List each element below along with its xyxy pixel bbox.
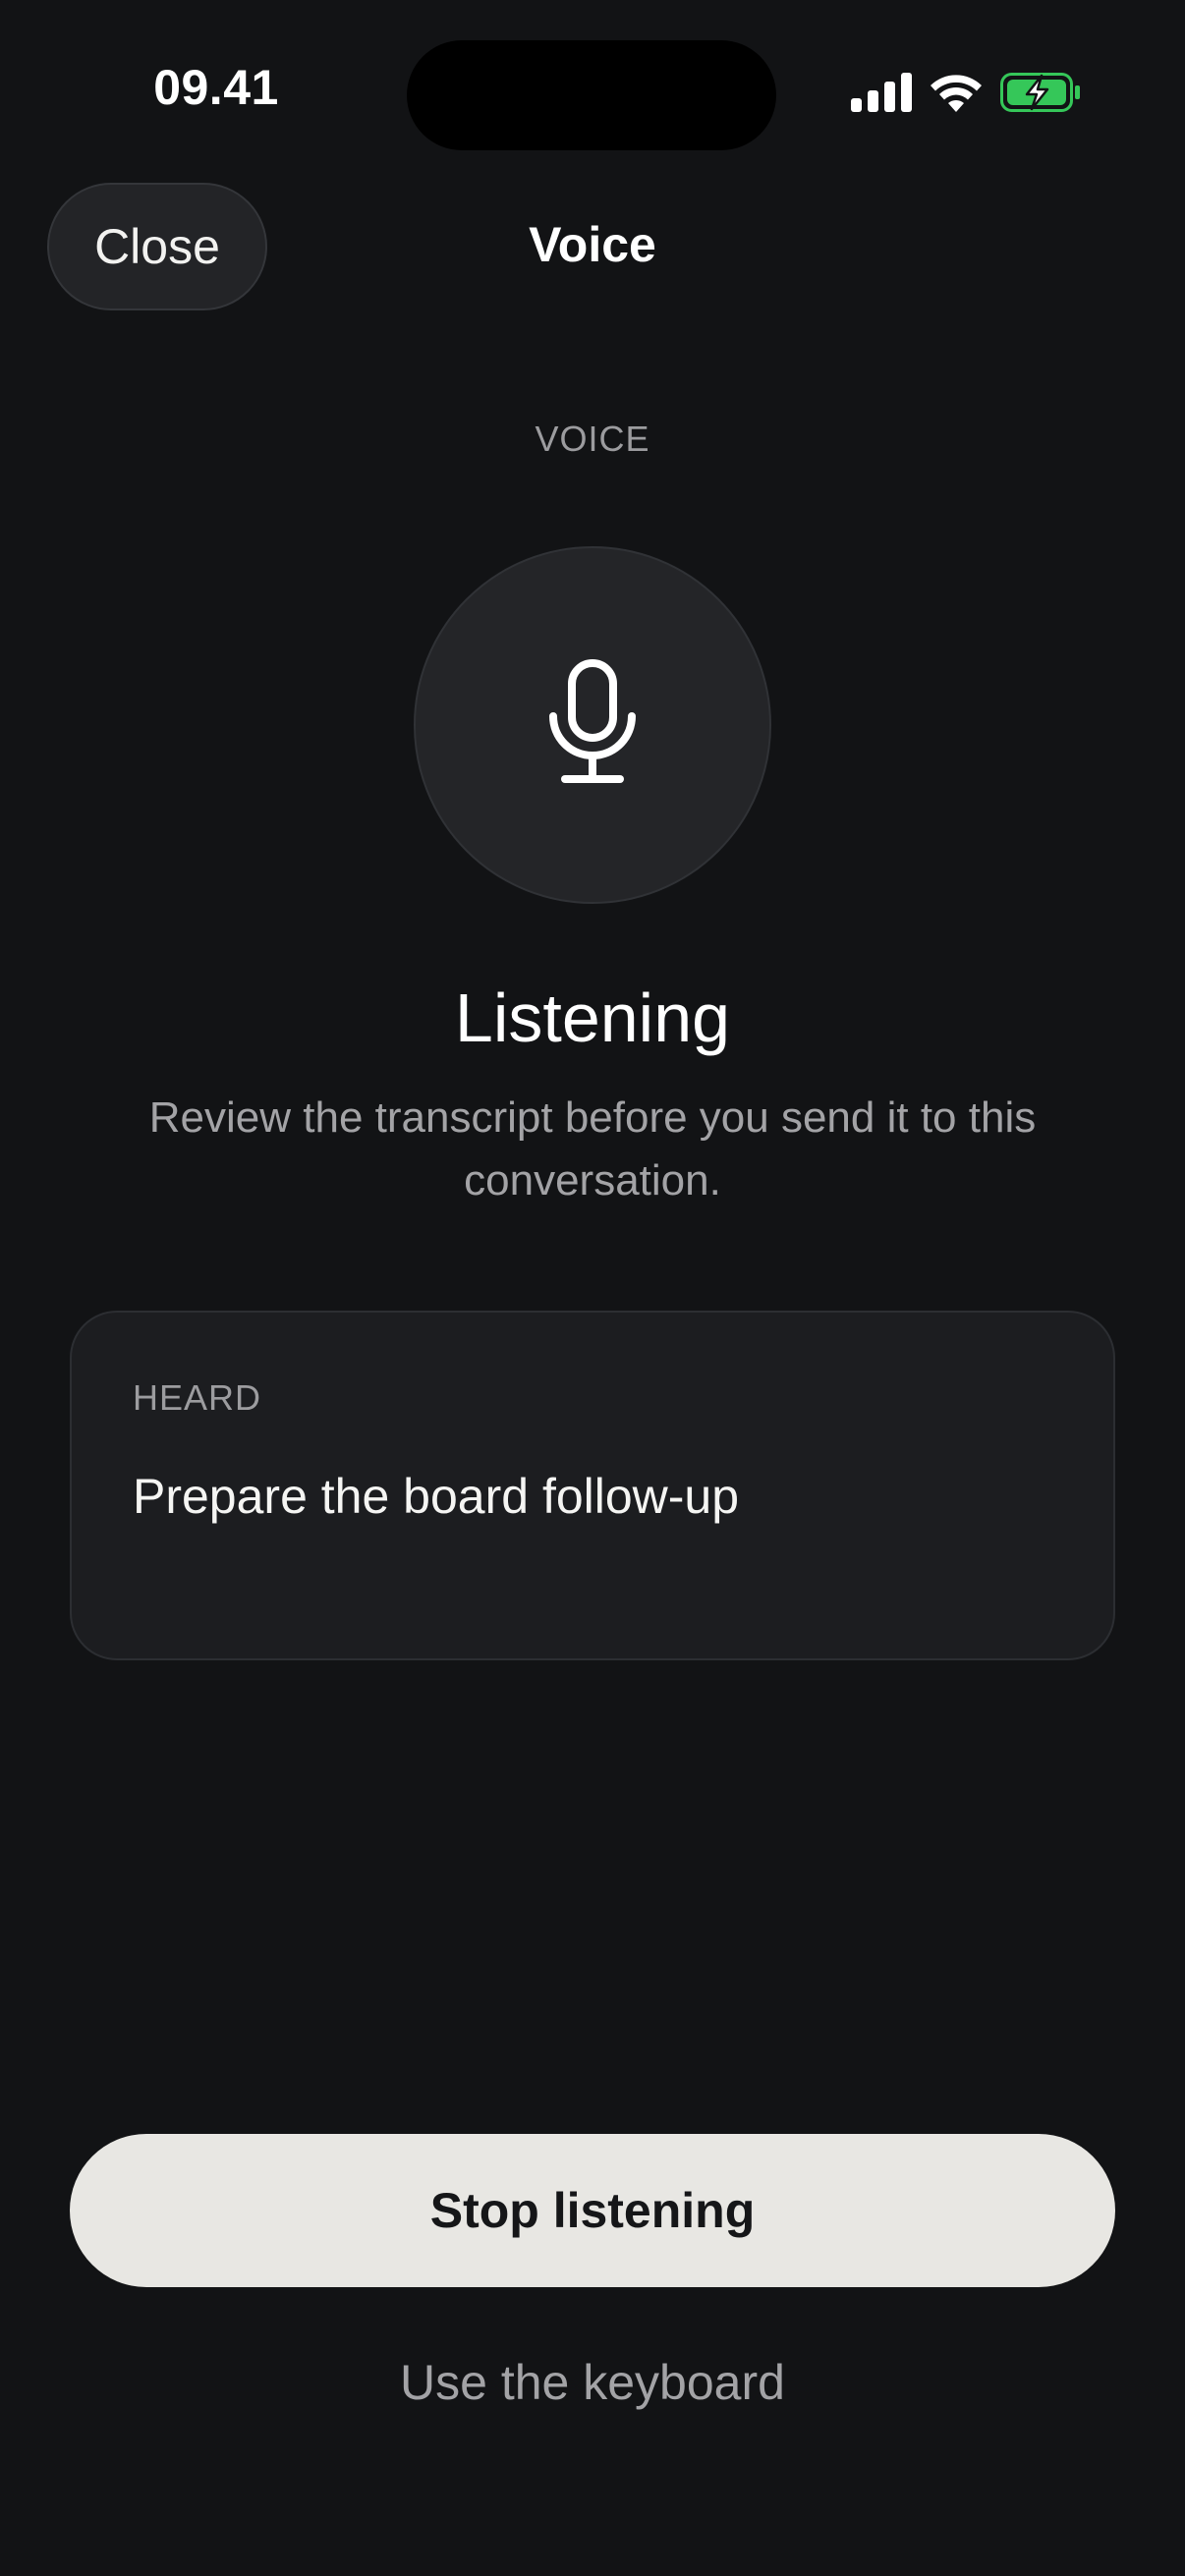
voice-screen: 09.41 Close Voice VOICE Listening Review… [0,0,1185,2576]
transcript-label: HEARD [133,1377,262,1418]
listening-status: Listening [454,980,731,1056]
transcript-card: HEARD Prepare the board follow-up [70,1311,1115,1660]
use-keyboard-link[interactable]: Use the keyboard [0,2354,1185,2411]
battery-charging-icon [1000,73,1081,112]
microphone-button[interactable] [414,546,771,904]
section-label: VOICE [535,419,650,459]
cellular-signal-icon [851,73,912,112]
status-description: Review the transcript before you send it… [148,1093,1037,1204]
status-time: 09.41 [153,60,279,115]
dynamic-island [407,40,776,150]
stop-listening-button[interactable]: Stop listening [70,2134,1115,2287]
transcript-text: Prepare the board follow-up [133,1469,740,1524]
page-title: Voice [529,217,656,272]
status-icons [851,73,1081,112]
wifi-icon [930,73,983,112]
microphone-icon [545,658,640,792]
